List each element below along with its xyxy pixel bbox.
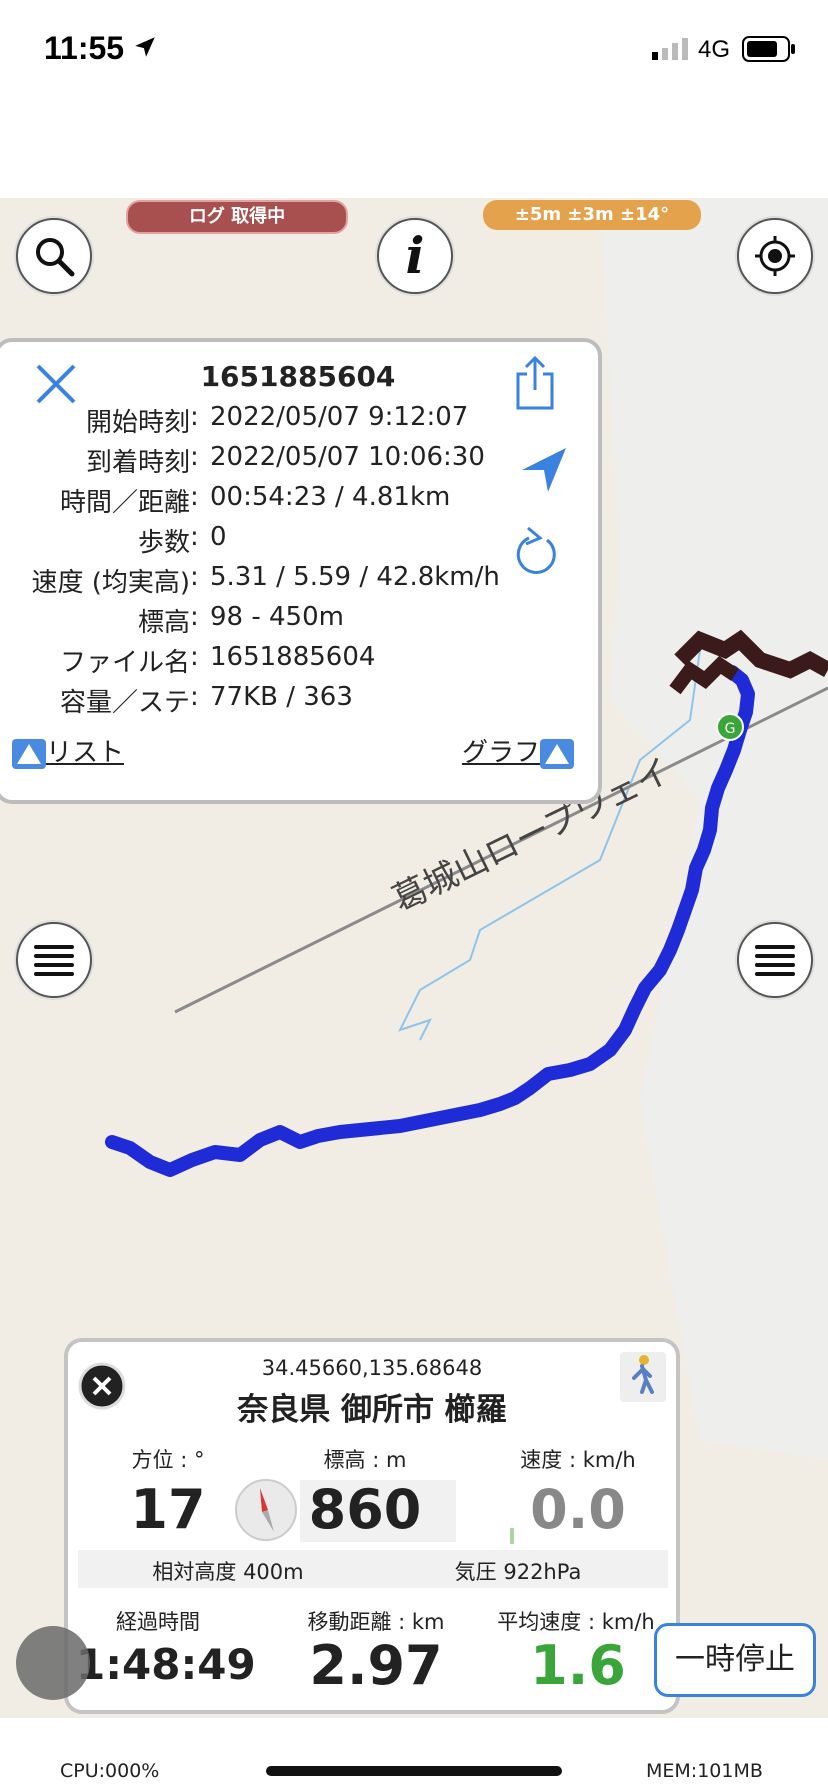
speed-value: 0.0 [530, 1478, 626, 1541]
distance-value: 2.97 [309, 1634, 443, 1697]
left-menu-button[interactable] [16, 922, 92, 998]
right-menu-button[interactable] [737, 922, 813, 998]
info-icon: i [405, 226, 425, 285]
search-icon [36, 238, 75, 277]
info-button[interactable]: i [377, 218, 453, 294]
location-info-panel: 34.45660,135.68648 奈良県 御所市 櫛羅 方位 : ° 標高 … [64, 1338, 680, 1714]
bearing-label: 方位 : ° [131, 1448, 205, 1472]
header-area [0, 100, 828, 198]
log-title: 1651885604 [200, 360, 396, 393]
signal-icon [652, 38, 688, 60]
relative-altitude: 相対高度 400m [152, 1560, 304, 1584]
crosshair-icon [755, 236, 795, 276]
list-link[interactable]: リスト [12, 732, 124, 769]
elevation-value: 860 [308, 1478, 422, 1541]
elapsed-value: 1:48:49 [76, 1640, 256, 1689]
accuracy-badge: ±5m ±3m ±14° [483, 200, 701, 230]
speed-label: 速度 : km/h [520, 1448, 636, 1472]
refresh-icon[interactable] [514, 524, 562, 580]
memory-usage: MEM:101MB [646, 1760, 763, 1782]
log-status-badge: ログ 取得中 [126, 200, 348, 234]
coordinates: 34.45660,135.68648 [261, 1356, 483, 1380]
compass-icon [235, 1479, 297, 1541]
expand-up-icon [540, 738, 575, 769]
distance-label: 移動距離 : km [307, 1610, 445, 1634]
elapsed-label: 経過時間 [116, 1610, 200, 1634]
map-thumbnail[interactable] [16, 1626, 90, 1700]
avg-speed-value: 1.6 [530, 1634, 626, 1697]
svg-text:G: G [725, 721, 736, 737]
expand-up-icon [12, 738, 46, 769]
search-button[interactable] [16, 218, 92, 294]
home-indicator[interactable] [266, 1766, 562, 1776]
current-location-button[interactable] [737, 218, 813, 294]
pressure: 気圧 922hPa [454, 1560, 582, 1584]
navigate-icon[interactable] [520, 446, 568, 494]
address: 奈良県 御所市 櫛羅 [237, 1392, 507, 1428]
share-icon[interactable] [510, 354, 560, 412]
log-detail-panel: 1651885604 開始時刻 : 2022/05/07 9:12:07 到着時… [0, 338, 602, 804]
pause-button[interactable]: 一時停止 [654, 1623, 816, 1697]
network-type: 4G [698, 36, 731, 63]
elevation-label: 標高 : m [323, 1448, 407, 1472]
bearing-value: 17 [130, 1478, 206, 1541]
status-time: 11:55 [44, 30, 125, 66]
menu-icon [755, 945, 795, 976]
battery-icon [742, 36, 795, 62]
cpu-usage: CPU:000% [60, 1760, 160, 1782]
avg-speed-label: 平均速度 : km/h [497, 1610, 655, 1634]
status-bar: 11:55 4G [0, 0, 828, 100]
graph-link[interactable]: グラフ [462, 732, 575, 769]
menu-icon [34, 945, 74, 976]
location-arrow-icon [135, 37, 155, 57]
